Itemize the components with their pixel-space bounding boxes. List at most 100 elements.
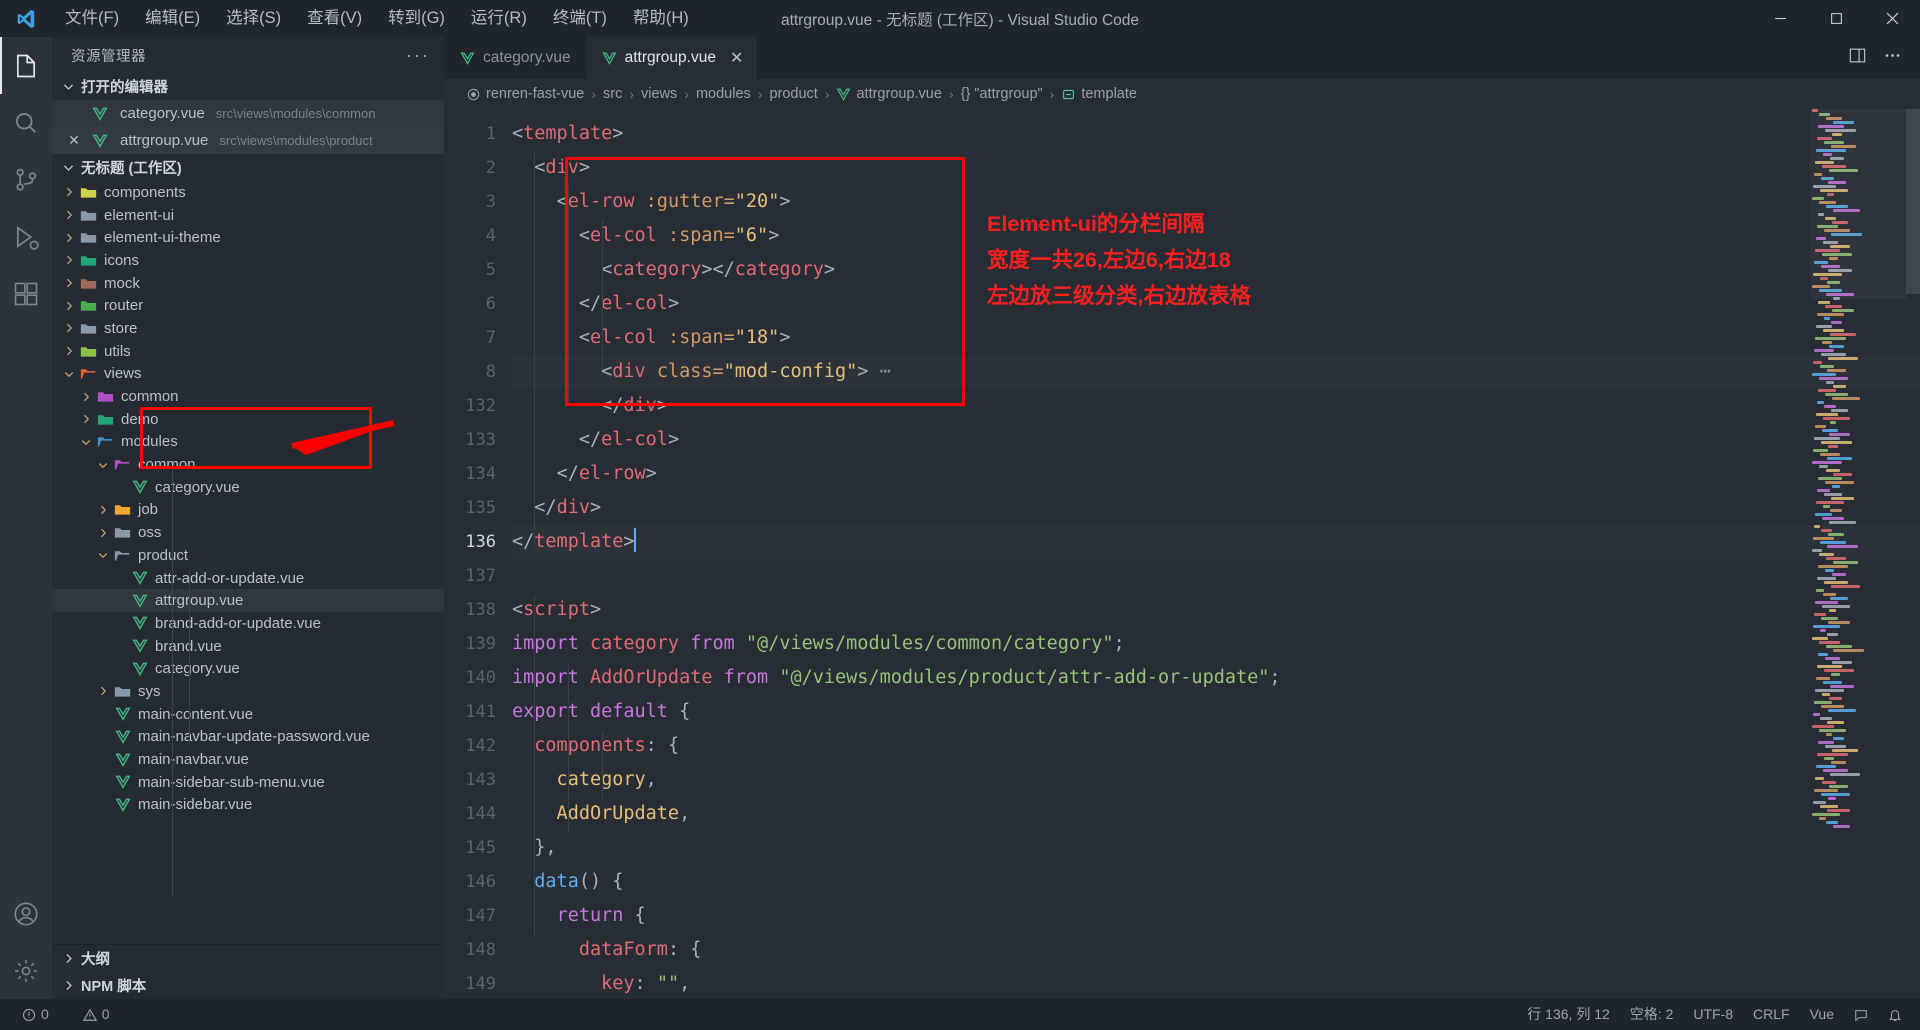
status-cursor-position[interactable]: 行 136, 列 12 bbox=[1517, 999, 1620, 1030]
tree-file-main-navbar-update-password-vue[interactable]: main-navbar-update-password.vue bbox=[52, 726, 444, 749]
chevron-down-icon[interactable] bbox=[94, 549, 112, 561]
activity-settings-gear-icon[interactable] bbox=[0, 942, 52, 999]
activity-source-control[interactable] bbox=[0, 151, 52, 208]
activity-search[interactable] bbox=[0, 94, 52, 151]
open-editor-item[interactable]: category.vue src\views\modules\common bbox=[52, 100, 444, 127]
tree-folder-demo[interactable]: demo bbox=[52, 408, 444, 431]
tree-folder-views[interactable]: views bbox=[52, 363, 444, 386]
minimap-line bbox=[1810, 569, 1906, 572]
close-icon[interactable]: ✕ bbox=[730, 48, 743, 68]
workspace-section-header[interactable]: 无标题 (工作区) bbox=[52, 154, 444, 181]
tree-file-category-vue[interactable]: category.vue bbox=[52, 657, 444, 680]
chevron-right-icon[interactable] bbox=[60, 254, 78, 266]
more-actions-icon[interactable] bbox=[1883, 46, 1902, 70]
tree-folder-common[interactable]: common bbox=[52, 385, 444, 408]
breadcrumb-item[interactable]: views bbox=[641, 86, 677, 102]
breadcrumb-item[interactable]: template bbox=[1061, 86, 1137, 102]
close-button[interactable] bbox=[1864, 0, 1920, 37]
tree-folder-icons[interactable]: icons bbox=[52, 249, 444, 272]
menu-view[interactable]: 查看(V) bbox=[294, 4, 375, 34]
chevron-right-icon[interactable] bbox=[60, 232, 78, 244]
maximize-button[interactable] bbox=[1808, 0, 1864, 37]
tree-file-main-content-vue[interactable]: main-content.vue bbox=[52, 703, 444, 726]
editor-tab-attrgroup-vue[interactable]: attrgroup.vue ✕ bbox=[585, 37, 759, 79]
tree-folder-modules[interactable]: modules bbox=[52, 431, 444, 454]
code-editor[interactable]: 1 2 3 4 5 6 7 8› 132 133 134 135 136 137 138 139 140 141 1… bbox=[444, 109, 1920, 999]
chevron-right-icon[interactable] bbox=[77, 413, 95, 425]
breadcrumb-item[interactable]: modules bbox=[696, 86, 751, 102]
tree-folder-element-ui-theme[interactable]: element-ui-theme bbox=[52, 226, 444, 249]
sidebar-section-outline[interactable]: 大纲 bbox=[52, 945, 444, 972]
activity-run-and-debug[interactable] bbox=[0, 208, 52, 265]
breadcrumb-item[interactable]: src bbox=[603, 86, 622, 102]
tree-file-category-vue[interactable]: category.vue bbox=[52, 476, 444, 499]
activity-extensions[interactable] bbox=[0, 265, 52, 322]
split-editor-icon[interactable] bbox=[1848, 46, 1867, 70]
tree-folder-product[interactable]: product bbox=[52, 544, 444, 567]
chevron-down-icon[interactable] bbox=[60, 368, 78, 380]
status-language-mode[interactable]: Vue bbox=[1800, 999, 1844, 1030]
tree-folder-mock[interactable]: mock bbox=[52, 272, 444, 295]
menu-file[interactable]: 文件(F) bbox=[52, 4, 132, 34]
tree-folder-store[interactable]: store bbox=[52, 317, 444, 340]
activity-explorer[interactable] bbox=[0, 37, 52, 94]
open-editors-section-header[interactable]: 打开的编辑器 bbox=[52, 73, 444, 100]
tree-file-main-sidebar-vue[interactable]: main-sidebar.vue bbox=[52, 794, 444, 817]
menu-go[interactable]: 转到(G) bbox=[375, 4, 458, 34]
breadcrumb: renren-fast-vue › src › views › modules › produc… bbox=[444, 79, 1920, 109]
tree-file-brand-vue[interactable]: brand.vue bbox=[52, 635, 444, 658]
status-notifications[interactable] bbox=[1878, 999, 1912, 1030]
tree-folder-sys[interactable]: sys bbox=[52, 680, 444, 703]
close-icon[interactable]: ✕ bbox=[64, 132, 84, 149]
editor-vertical-scrollbar[interactable] bbox=[1906, 109, 1920, 294]
breadcrumb-item[interactable]: {} "attrgroup" bbox=[961, 86, 1043, 102]
tree-file-main-navbar-vue[interactable]: main-navbar.vue bbox=[52, 748, 444, 771]
tree-folder-components[interactable]: components bbox=[52, 181, 444, 204]
tree-folder-common[interactable]: common bbox=[52, 453, 444, 476]
open-editor-item[interactable]: ✕ attrgroup.vue src\views\modules\product bbox=[52, 127, 444, 154]
status-encoding[interactable]: UTF-8 bbox=[1683, 999, 1743, 1030]
status-warnings[interactable]: 0 bbox=[73, 999, 120, 1030]
sidebar-section-npm[interactable]: NPM 脚本 bbox=[52, 972, 444, 999]
chevron-right-icon[interactable] bbox=[60, 345, 78, 357]
sidebar-more-actions-icon[interactable]: ··· bbox=[406, 45, 430, 66]
breadcrumb-item[interactable]: renren-fast-vue bbox=[466, 86, 584, 102]
tree-file-attrgroup-vue[interactable]: attrgroup.vue bbox=[52, 589, 444, 613]
menu-selection[interactable]: 选择(S) bbox=[213, 4, 294, 34]
chevron-right-icon[interactable] bbox=[60, 300, 78, 312]
status-indentation[interactable]: 空格: 2 bbox=[1620, 999, 1684, 1030]
tree-file-brand-add-or-update-vue[interactable]: brand-add-or-update.vue bbox=[52, 612, 444, 635]
minimap-line bbox=[1810, 333, 1906, 336]
tree-file-main-sidebar-sub-menu-vue[interactable]: main-sidebar-sub-menu.vue bbox=[52, 771, 444, 794]
chevron-right-icon[interactable] bbox=[94, 504, 112, 516]
status-feedback[interactable] bbox=[1844, 999, 1878, 1030]
breadcrumb-item[interactable]: attrgroup.vue bbox=[836, 86, 942, 102]
tree-folder-utils[interactable]: utils bbox=[52, 340, 444, 363]
chevron-right-icon[interactable] bbox=[77, 391, 95, 403]
minimap-line bbox=[1810, 537, 1906, 540]
tree-folder-router[interactable]: router bbox=[52, 294, 444, 317]
menu-edit[interactable]: 编辑(E) bbox=[132, 4, 213, 34]
chevron-right-icon[interactable] bbox=[60, 186, 78, 198]
menu-run[interactable]: 运行(R) bbox=[458, 4, 540, 34]
breadcrumb-item[interactable]: product bbox=[769, 86, 817, 102]
chevron-down-icon[interactable] bbox=[77, 436, 95, 448]
minimize-button[interactable] bbox=[1752, 0, 1808, 37]
menu-help[interactable]: 帮助(H) bbox=[620, 4, 702, 34]
status-errors[interactable]: 0 bbox=[12, 999, 59, 1030]
chevron-right-icon[interactable] bbox=[60, 209, 78, 221]
menu-terminal[interactable]: 终端(T) bbox=[540, 4, 620, 34]
chevron-right-icon[interactable] bbox=[94, 527, 112, 539]
chevron-right-icon[interactable] bbox=[60, 277, 78, 289]
tree-folder-oss[interactable]: oss bbox=[52, 521, 444, 544]
tree-file-attr-add-or-update-vue[interactable]: attr-add-or-update.vue bbox=[52, 567, 444, 590]
chevron-right-icon[interactable] bbox=[94, 685, 112, 697]
editor-tab-category-vue[interactable]: category.vue bbox=[444, 37, 586, 79]
chevron-right-icon[interactable] bbox=[60, 322, 78, 334]
chevron-down-icon[interactable] bbox=[94, 459, 112, 471]
tree-folder-element-ui[interactable]: element-ui bbox=[52, 204, 444, 227]
tree-folder-job[interactable]: job bbox=[52, 499, 444, 522]
status-eol[interactable]: CRLF bbox=[1743, 999, 1800, 1030]
minimap[interactable] bbox=[1810, 109, 1906, 999]
activity-accounts[interactable] bbox=[0, 885, 52, 942]
